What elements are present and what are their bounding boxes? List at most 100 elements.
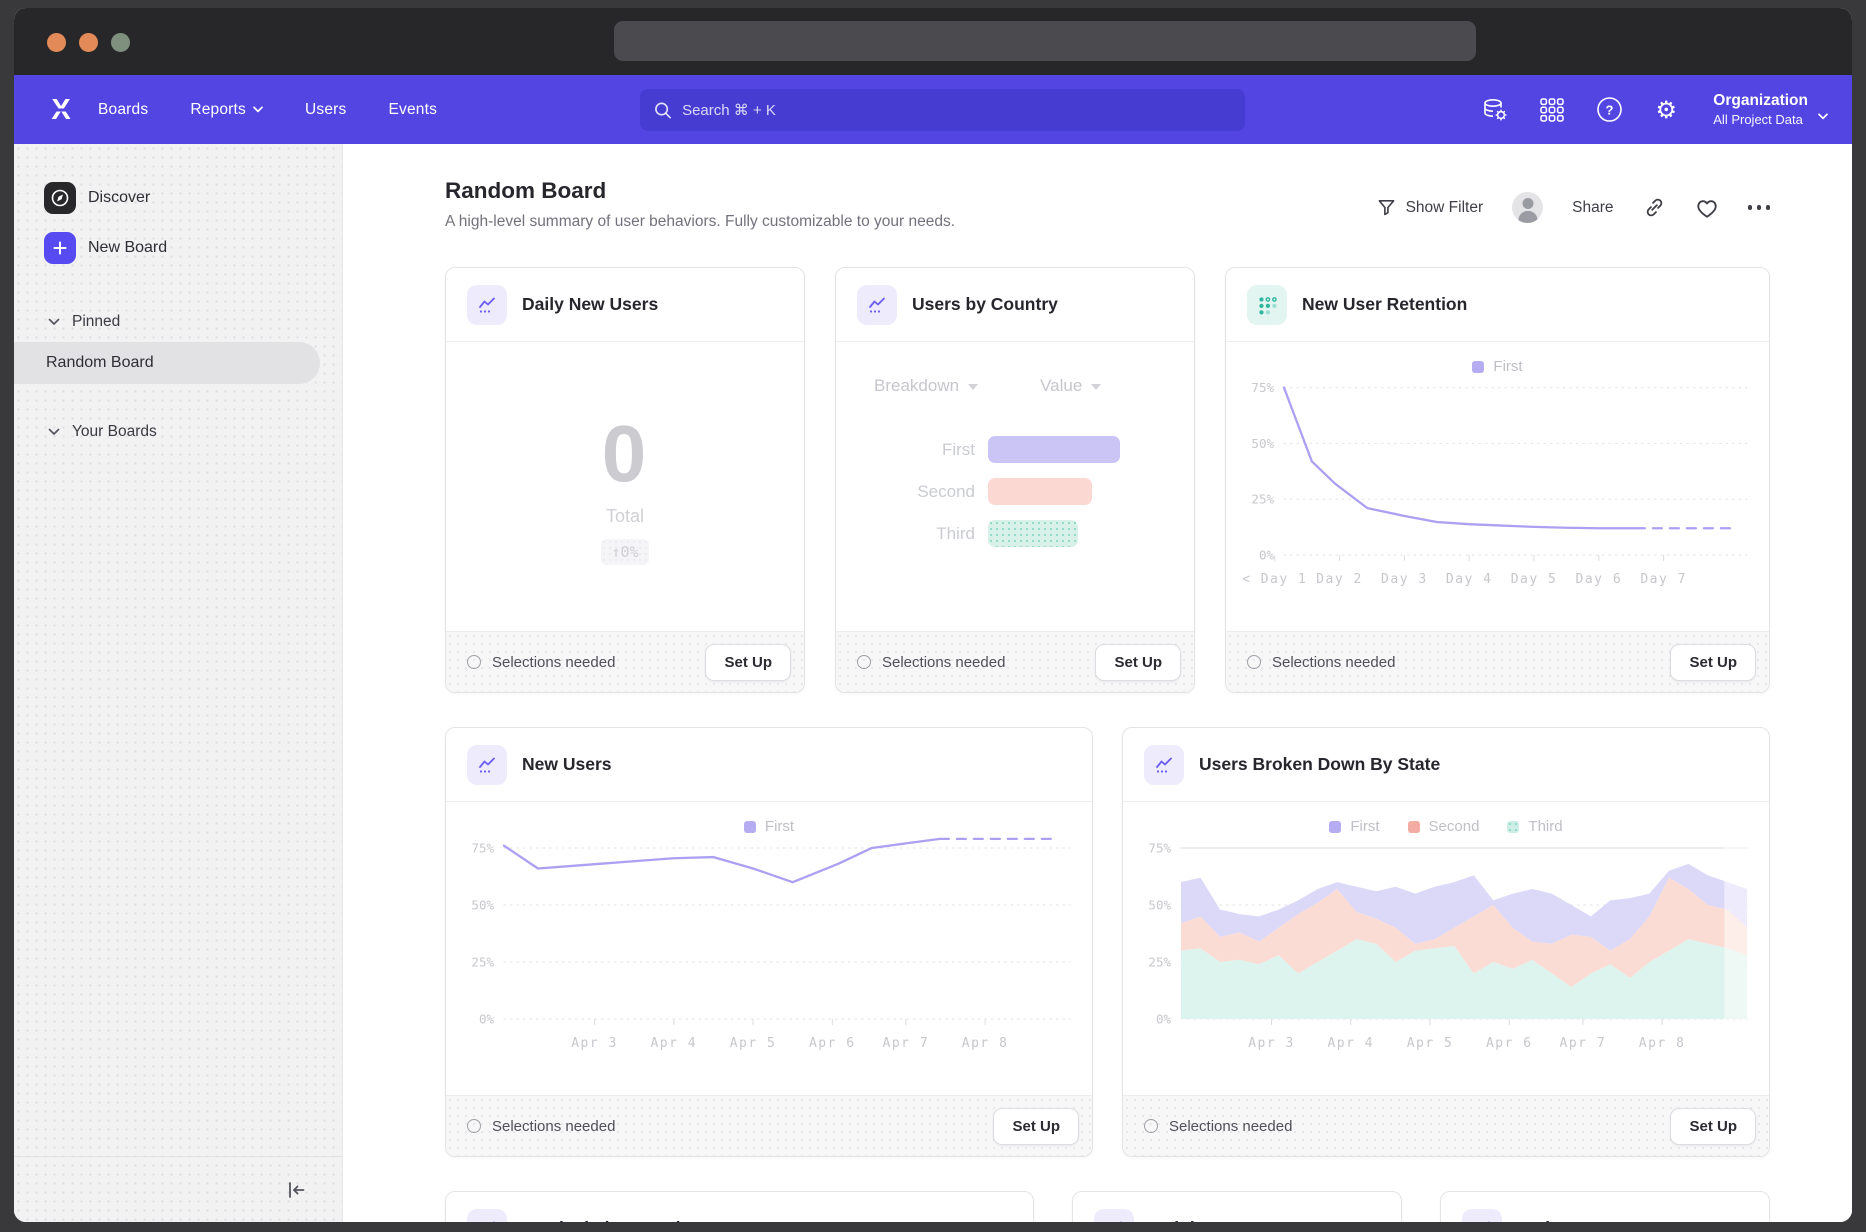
svg-text:Day 2: Day 2 — [1316, 572, 1363, 587]
card-body: 0 Total ↑0% — [446, 342, 804, 631]
card-active-users[interactable]: Active Users — [1440, 1191, 1770, 1222]
compass-icon — [44, 182, 76, 214]
link-icon — [1643, 196, 1666, 219]
insights-chart-icon — [467, 1209, 507, 1223]
chevron-down-icon — [1818, 113, 1828, 120]
card-insights-report[interactable]: Insights Report — [1072, 1191, 1402, 1222]
nav-item-events[interactable]: Events — [388, 101, 437, 119]
zoom-window-button[interactable] — [111, 33, 130, 52]
card-stacked-line-graph[interactable]: Stacked Line Graph — [445, 1191, 1034, 1222]
svg-text:Apr 5: Apr 5 — [1407, 1036, 1454, 1051]
insights-chart-icon — [1094, 1209, 1134, 1223]
settings-button[interactable]: ⚙ — [1652, 96, 1680, 124]
set-up-button[interactable]: Set Up — [1670, 644, 1756, 681]
svg-text:75%: 75% — [471, 840, 494, 855]
retention-line-chart: 75%50%25%0%< Day 1Day 2Day 3Day 4Day 5Da… — [1226, 342, 1769, 631]
card-new-user-retention[interactable]: New User Retention First 75%50%25%0%< Da… — [1225, 267, 1770, 693]
nav-item-users[interactable]: Users — [305, 101, 346, 119]
legend-item-first: First — [1329, 818, 1379, 835]
new-users-line-chart: 75%50%25%0%Apr 3Apr 4Apr 5Apr 6Apr 7Apr … — [446, 802, 1092, 1095]
card-footer: Selections needed Set Up — [446, 1095, 1092, 1156]
sidebar-section-pinned[interactable]: Pinned — [14, 310, 342, 334]
help-button[interactable]: ? — [1595, 96, 1623, 124]
state-area-chart: 75%50%25%0%Apr 3Apr 4Apr 5Apr 6Apr 7Apr … — [1123, 802, 1769, 1095]
avatar[interactable] — [1512, 192, 1543, 223]
sidebar-item-new-board[interactable]: New Board — [14, 230, 342, 266]
bar-table-header: Breakdown Value — [836, 376, 1194, 396]
svg-text:Apr 7: Apr 7 — [1560, 1036, 1607, 1051]
search-input[interactable] — [682, 102, 1231, 119]
apps-grid-button[interactable] — [1538, 96, 1566, 124]
card-users-by-country[interactable]: Users by Country Breakdown Value First — [835, 267, 1195, 693]
nav-item-boards[interactable]: Boards — [98, 101, 148, 119]
card-title: Users Broken Down By State — [1199, 754, 1440, 775]
section-label: Pinned — [72, 313, 120, 331]
card-body: First Second Third — [1123, 802, 1769, 1095]
chart-legend: First Second Third — [1123, 818, 1769, 835]
card-title: Insights Report — [1149, 1218, 1277, 1222]
app-navbar: X Boards Reports Users Events — [14, 75, 1852, 144]
collapse-sidebar-icon[interactable] — [284, 1178, 308, 1202]
legend-swatch — [1507, 821, 1519, 833]
copy-link-button[interactable] — [1643, 196, 1666, 219]
svg-text:0%: 0% — [1259, 548, 1275, 563]
card-header: Users Broken Down By State — [1123, 728, 1769, 802]
section-label: Your Boards — [72, 423, 157, 441]
svg-text:Apr 8: Apr 8 — [962, 1036, 1009, 1051]
svg-text:Apr 3: Apr 3 — [1248, 1036, 1295, 1051]
page-subtitle: A high-level summary of user behaviors. … — [445, 213, 955, 231]
show-filter-button[interactable]: Show Filter — [1377, 198, 1484, 217]
favorite-button[interactable] — [1695, 197, 1719, 219]
sidebar: Discover New Board Pinned Random Board — [14, 144, 343, 1222]
svg-text:0%: 0% — [1156, 1012, 1172, 1027]
sidebar-item-random-board[interactable]: Random Board — [14, 342, 320, 384]
share-button[interactable]: Share — [1572, 199, 1613, 217]
org-switcher[interactable]: Organization All Project Data — [1713, 92, 1828, 127]
breakdown-dropdown[interactable]: Breakdown — [874, 376, 978, 396]
org-name: Organization — [1713, 92, 1808, 110]
svg-text:Apr 6: Apr 6 — [1486, 1036, 1533, 1051]
more-options-button[interactable] — [1748, 201, 1771, 214]
status-circle-icon — [857, 655, 871, 669]
card-users-by-state[interactable]: Users Broken Down By State First S — [1122, 727, 1770, 1157]
address-bar[interactable] — [614, 21, 1476, 61]
nav-item-reports[interactable]: Reports — [190, 101, 263, 119]
card-footer: Selections needed Set Up — [836, 631, 1194, 692]
set-up-button[interactable]: Set Up — [1095, 644, 1181, 681]
card-title: Users by Country — [912, 294, 1058, 315]
metric-value: 0 — [602, 408, 649, 500]
global-search[interactable] — [640, 89, 1245, 131]
card-footer: Selections needed Set Up — [446, 631, 804, 692]
card-new-users[interactable]: New Users First 75%50%25%0%Apr 3Apr 4Apr… — [445, 727, 1093, 1157]
metric-delta-badge: ↑0% — [601, 539, 648, 565]
close-window-button[interactable] — [47, 33, 66, 52]
card-title: Active Users — [1517, 1218, 1623, 1222]
card-body: Breakdown Value First Second — [836, 342, 1194, 631]
sidebar-item-discover[interactable]: Discover — [14, 180, 342, 216]
bar-first — [988, 436, 1120, 463]
card-header: New Users — [446, 728, 1092, 802]
svg-text:?: ? — [1605, 102, 1613, 117]
card-daily-new-users[interactable]: Daily New Users 0 Total ↑0% Selections n… — [445, 267, 805, 693]
mixpanel-logo[interactable]: X — [46, 93, 76, 127]
sidebar-section-your-boards[interactable]: Your Boards — [14, 420, 342, 444]
svg-text:50%: 50% — [471, 897, 494, 912]
sidebar-item-label: New Board — [88, 239, 167, 257]
svg-text:75%: 75% — [1148, 840, 1171, 855]
value-dropdown[interactable]: Value — [1040, 376, 1101, 396]
minimize-window-button[interactable] — [79, 33, 98, 52]
set-up-button[interactable]: Set Up — [993, 1108, 1079, 1145]
nav-label: Users — [305, 101, 346, 119]
legend-item-first: First — [1472, 358, 1522, 375]
legend-item-third: Third — [1507, 818, 1562, 835]
data-management-button[interactable] — [1481, 96, 1509, 124]
card-header: Users by Country — [836, 268, 1194, 342]
set-up-button[interactable]: Set Up — [705, 644, 791, 681]
svg-text:Day 4: Day 4 — [1446, 572, 1493, 587]
avatar-body — [1518, 211, 1537, 223]
svg-text:Day 7: Day 7 — [1640, 572, 1687, 587]
set-up-button[interactable]: Set Up — [1670, 1108, 1756, 1145]
cards-row-3: Stacked Line Graph Insights Report — [445, 1191, 1770, 1222]
bar-third — [988, 520, 1078, 547]
chart-legend: First — [1226, 358, 1769, 375]
